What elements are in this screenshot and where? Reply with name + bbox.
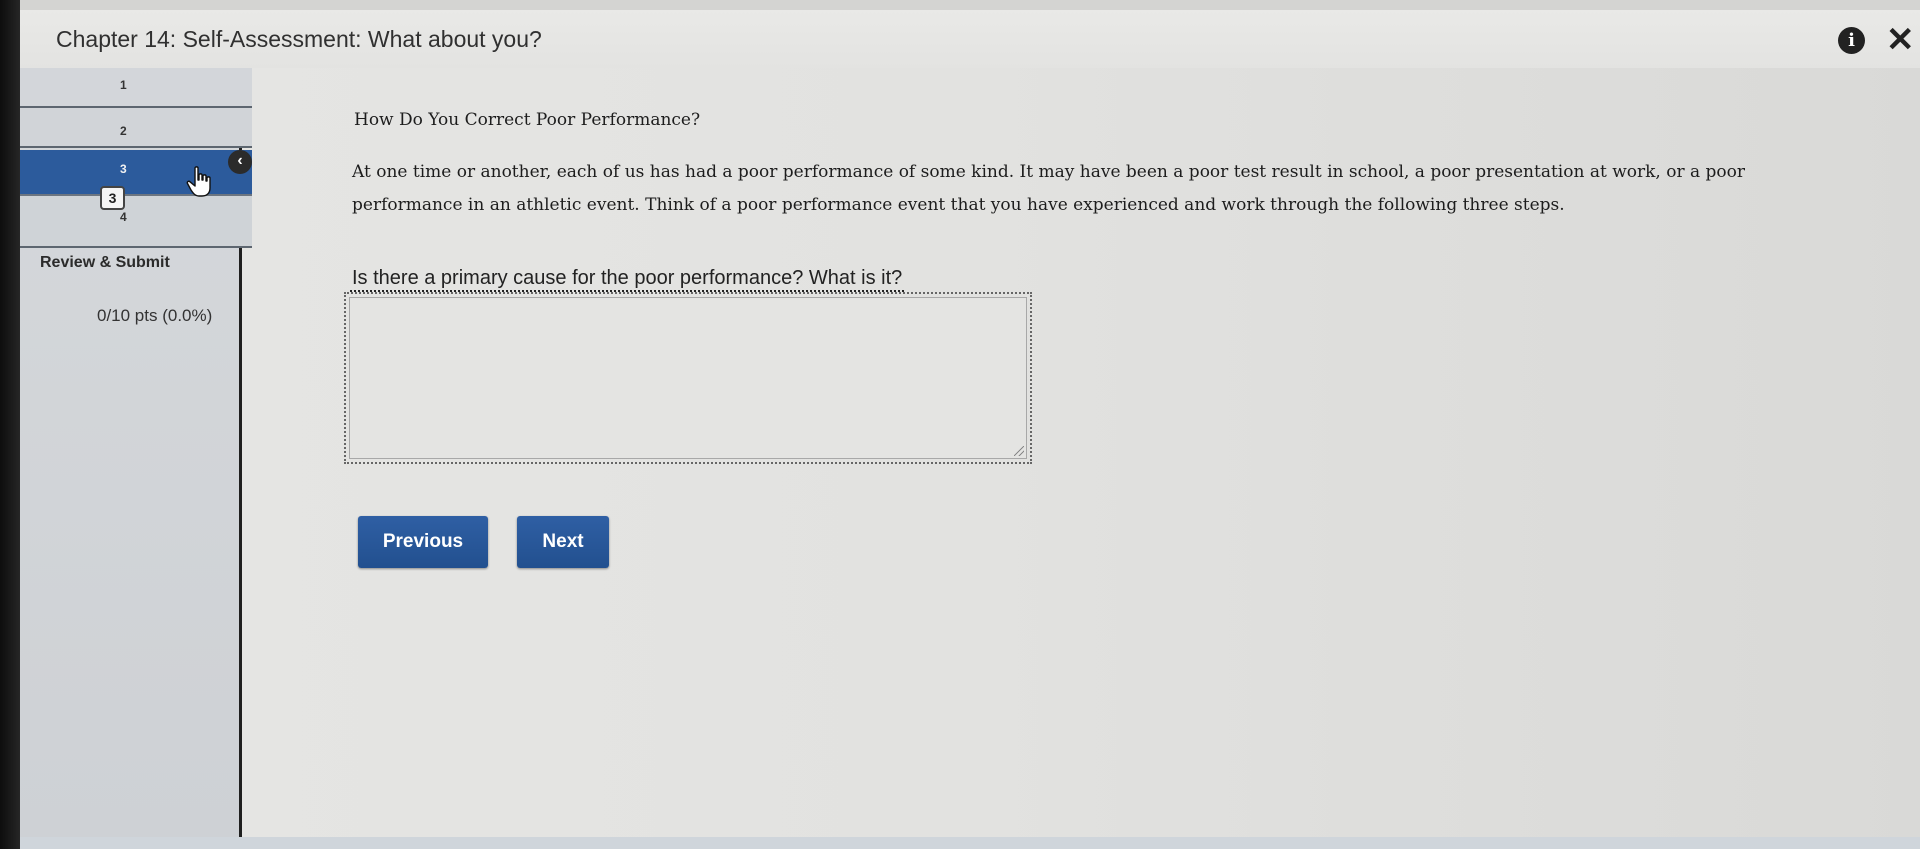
next-button[interactable]: Next	[517, 516, 609, 568]
resize-handle-icon[interactable]	[1014, 446, 1024, 456]
current-step-badge: 3	[100, 186, 125, 210]
answer-box	[344, 292, 1032, 464]
previous-button[interactable]: Previous	[358, 516, 488, 568]
step-number: 1	[120, 78, 127, 92]
review-submit-link[interactable]: Review & Submit	[40, 254, 170, 272]
header-bar: Chapter 14: Self-Assessment: What about …	[20, 10, 1920, 68]
step-number: 4	[120, 210, 127, 224]
score-text: 0/10 pts (0.0%)	[97, 306, 213, 325]
step-number: 2	[120, 124, 127, 138]
step-number: 3	[120, 162, 127, 176]
answer-textarea[interactable]	[349, 297, 1027, 459]
sidebar-step-4[interactable]: 4	[20, 194, 252, 248]
left-bezel	[0, 0, 20, 849]
info-icon[interactable]: i	[1838, 27, 1865, 54]
bottom-bezel	[0, 837, 1920, 849]
sidebar-step-1[interactable]: 1	[20, 68, 252, 108]
screen: Chapter 14: Self-Assessment: What about …	[0, 0, 1920, 849]
question-prompt: Is there a primary cause for the poor pe…	[350, 266, 905, 292]
sidebar: 1 2 3 4 3 Review & Submit 0/10 pts (0.0%…	[20, 68, 252, 837]
question-heading: How Do You Correct Poor Performance?	[354, 110, 701, 130]
question-description: At one time or another, each of us has h…	[352, 162, 1745, 215]
sidebar-step-3-active[interactable]: 3	[20, 150, 252, 194]
hand-cursor-icon	[186, 166, 211, 197]
page-title: Chapter 14: Self-Assessment: What about …	[56, 26, 542, 52]
close-icon[interactable]: ✕	[1886, 23, 1915, 57]
collapse-sidebar-icon[interactable]: ‹	[228, 150, 252, 174]
top-strip	[20, 0, 1920, 10]
sidebar-step-2[interactable]: 2	[20, 108, 252, 148]
